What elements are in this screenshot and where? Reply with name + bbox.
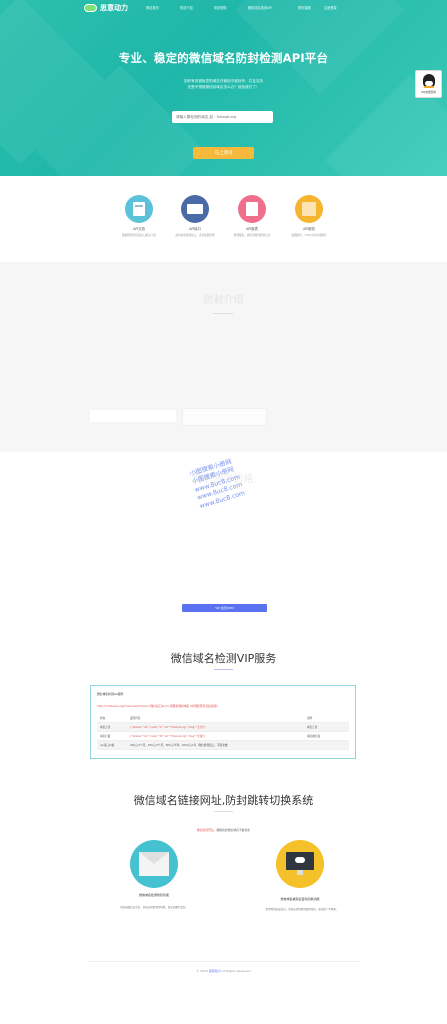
footer-divider [88,961,359,962]
logo-icon [84,4,97,12]
monitor-icon-screen [187,204,203,214]
feature-desc: 检测报表，提供详细的检测记录 [233,234,271,237]
nav-item-intro[interactable]: 防封介绍 [180,5,193,10]
table-header: 状态 [100,717,106,720]
hero-title: 专业、稳定的微信域名防封检测API平台 [118,51,329,65]
table-row: vip接口价格 200元/1个月，500元/3个月，800元/半年，2000元/… [97,741,349,750]
feature-desc: 客服服务，7X24小时在线服务 [291,234,327,237]
logo[interactable]: 思意动力 [84,3,128,13]
monitor-icon-body [286,852,314,875]
table-cell: 200元/1个月，500元/3个月，800元/半年，2000元/1年（微信检测接… [130,744,230,747]
monitor-icon [181,195,209,223]
envelope-icon-body [139,852,169,876]
table-header-row: 状态 返回代码 说明 [97,714,349,723]
cloud-icon [295,857,305,863]
title-underline [213,313,233,314]
system-card-caption: 微信域名被封后自动切换功能 [280,897,320,901]
feature-desc: 提供域名检测接口，支持批量检测 [175,234,215,237]
title-underline [214,669,233,670]
monitor-cloud-icon [276,840,324,888]
feature-api-report[interactable]: API报表 检测报表，提供详细的检测记录 [222,195,282,237]
feature-api-interface[interactable]: API接口 提供域名检测接口，支持批量检测 [165,195,225,237]
test-now-button[interactable]: 马上测试 [193,147,254,159]
nav-item-support[interactable]: 联系客服 [298,5,311,10]
top-navbar: 思意动力 网站首页 防封介绍 防封服务 微信域名检测API 联系客服 注册登录 [0,0,447,16]
table-header: 返回代码 [130,717,141,720]
table-cell: {"status":"ok","code":"1","url":"fuboob.… [130,726,206,729]
document-icon [125,195,153,223]
table-row: 域名拦截 {"status":"ok","code":"0","url":"fu… [97,732,349,741]
hero-subtitle-line: 还是不想被微信封域名怎么办？就找我们了！ [187,85,260,89]
feature-api-service[interactable]: API服务 客服服务，7X24小时在线服务 [279,195,339,237]
hero-banner: 思意动力 网站首页 防封介绍 防封服务 微信域名检测API 联系客服 注册登录 … [0,0,447,176]
report-icon [238,195,266,223]
system-subtitle-highlight: 微信防封开头， [196,828,217,832]
feature-api-docs[interactable]: API文档 数据检测文档及接口相关介绍 [109,195,169,237]
intro-section: 防封介绍 [0,262,447,452]
feature-title: API文档 [133,227,145,231]
system-card-desc: 域名被微信封杀后，系统自动检测并切换，保证流量不丢失。 [120,906,188,909]
feature-title: API报表 [246,227,258,231]
system-card-desc: 检测到域名被封后，系统自动切换到备用域名，保证推广不中断。 [265,908,339,911]
qq-penguin-icon [422,74,435,88]
table-cell: 域名正常 [307,726,318,729]
vip-title: 微信域名检测VIP服务 [170,652,277,665]
feature-desc: 数据检测文档及接口相关介绍 [122,234,156,237]
service-icon [295,195,323,223]
footer-brand-link[interactable]: 思意动力 [209,969,221,973]
nav-item-login[interactable]: 注册登录 [324,5,337,10]
vip-info-box: 微信域名检测vip服务 http://1.fuboob.org/check.ph… [90,685,356,759]
vip-oem-button[interactable]: VIP 会员OEM [182,604,267,612]
document-icon-line [135,205,143,207]
domain-input[interactable] [172,111,273,123]
footer-copyright: © 2018 [196,969,208,973]
feature-title: API接口 [189,227,201,231]
service-icon-panel [302,202,316,216]
system-subtitle-text: 确保您的微信域名不被封杀 [216,828,251,832]
table-header: 说明 [307,717,313,720]
system-subtitle: 微信防封开头，确保您的微信域名不被封杀 [0,828,447,832]
intro-card [182,408,267,426]
vip-box-head: 微信域名检测vip服务 [97,692,124,696]
table-cell: 域名被拦截 [307,735,320,738]
footer-rights: All Rights Reserved [221,969,251,973]
vip-table: 状态 返回代码 说明 域名正常 {"status":"ok","code":"1… [97,714,349,750]
hero-subtitle: 如何有效避免您的域名在微信中被封杀，并且支持 还是不想被微信封域名怎么办？就找我… [140,78,307,90]
footer: © 2018 思意动力 All Rights Reserved [0,969,447,973]
table-cell: vip接口价格 [100,744,115,747]
table-cell: 域名正常 [100,726,111,729]
vip-request-example[interactable]: http://1.fuboob.org/check.php?token=微信接口… [97,704,218,708]
qq-contact-widget[interactable]: QQ在线咨询 [415,70,442,98]
title-underline [214,811,233,812]
system-card-caption: 微信域名检测防封功能 [138,893,169,897]
intro-title: 防封介绍 [203,295,244,306]
table-cell: {"status":"ok","code":"0","url":"fuboob.… [130,735,206,738]
report-icon-sheet [246,202,258,216]
features-section: API文档 数据检测文档及接口相关介绍 API接口 提供域名检测接口，支持批量检… [0,176,447,262]
table-cell: 域名拦截 [100,735,111,738]
nav-item-api[interactable]: 微信域名检测API [248,5,272,10]
nav-item-home[interactable]: 网站首页 [146,5,159,10]
envelope-icon [130,840,178,888]
nav-item-service[interactable]: 防封服务 [214,5,227,10]
system-title: 微信域名链接网址,防封跳转切换系统 [133,794,314,807]
feature-title: API服务 [303,227,315,231]
qq-label: QQ在线咨询 [421,91,436,94]
intro-card [90,410,176,422]
logo-text: 思意动力 [100,4,128,12]
table-row: 域名正常 {"status":"ok","code":"1","url":"fu… [97,723,349,732]
